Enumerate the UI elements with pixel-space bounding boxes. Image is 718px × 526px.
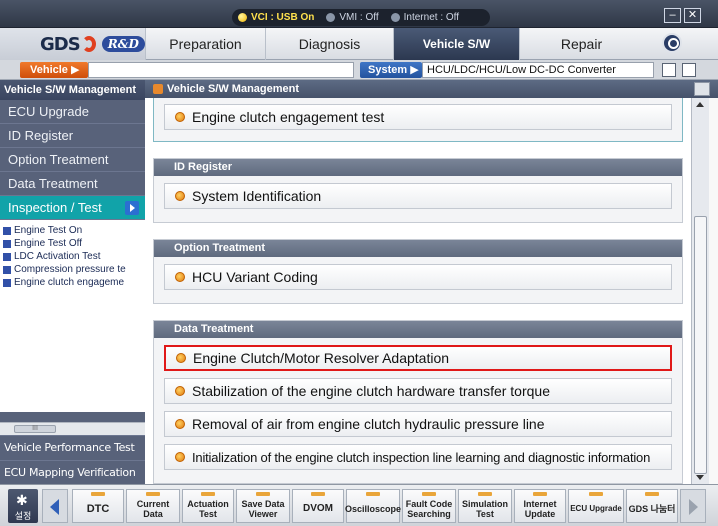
simulation-test-button[interactable]: Simulation Test [458, 489, 512, 523]
bottom-toolbar: ✱ 설정 DTC Current Data Actuation Test Sav… [0, 484, 718, 526]
menu-diagnosis[interactable]: Diagnosis [265, 28, 393, 60]
list-item[interactable]: Engine Test On [0, 224, 145, 237]
vmi-indicator-icon [326, 13, 336, 22]
system-field[interactable]: HCU/LDC/HCU/Low DC-DC Converter [422, 62, 654, 78]
ecu-upgrade-button[interactable]: ECU Upgrade [568, 489, 624, 523]
menu-preparation[interactable]: Preparation [145, 28, 265, 60]
fullscreen-icon[interactable] [694, 82, 710, 96]
function-row-stabilization-clutch-torque[interactable]: Stabilization of the engine clutch hardw… [164, 378, 672, 404]
bullet-icon [175, 452, 185, 462]
scroll-down-icon[interactable] [696, 475, 704, 480]
vehicle-field[interactable] [88, 62, 354, 78]
inspection-test-list: Engine Test On Engine Test Off LDC Activ… [0, 220, 145, 412]
sidebar: Vehicle S/W Management ECU Upgrade ID Re… [0, 80, 145, 484]
list-bullet-icon [3, 278, 11, 287]
bullet-icon [175, 419, 185, 429]
sidebar-item-vehicle-performance-test[interactable]: Vehicle Performance Test [0, 435, 145, 459]
list-bullet-icon [3, 252, 11, 261]
vmi-status: VMI : Off [326, 12, 379, 23]
save-data-viewer-button[interactable]: Save Data Viewer [236, 489, 290, 523]
system-button[interactable]: System ▶ [360, 62, 422, 78]
list-item[interactable]: LDC Activation Test [0, 250, 145, 263]
search-icon[interactable] [662, 33, 682, 53]
sidebar-header: Vehicle S/W Management [0, 80, 145, 100]
list-item[interactable]: Engine clutch engageme [0, 276, 145, 289]
layout-icon[interactable] [682, 63, 696, 77]
sidebar-item-ecu-mapping-verification[interactable]: ECU Mapping Verification [0, 460, 145, 484]
function-row-hcu-variant-coding[interactable]: HCU Variant Coding [164, 264, 672, 290]
gear-icon: ✱ [16, 492, 28, 508]
function-row-initialization-learning[interactable]: Initialization of the engine clutch insp… [164, 444, 672, 470]
bullet-icon [175, 112, 185, 122]
menu-vehicle-sw-management[interactable]: Vehicle S/W Management [393, 28, 519, 83]
minimize-button[interactable]: – [664, 8, 681, 23]
gds-community-button[interactable]: GDS 나눔터 [626, 489, 678, 523]
internet-indicator-icon [390, 13, 400, 22]
section-title: Data Treatment [154, 321, 682, 338]
internet-status: Internet : Off [390, 12, 459, 23]
settings-button[interactable]: ✱ 설정 [8, 489, 38, 523]
scroll-up-icon[interactable] [696, 102, 704, 107]
scrollbar-thumb[interactable] [694, 216, 707, 474]
list-bullet-icon [3, 265, 11, 274]
function-row-system-identification[interactable]: System Identification [164, 183, 672, 209]
sidebar-horizontal-scrollbar[interactable]: III [0, 422, 145, 435]
dtc-button[interactable]: DTC [72, 489, 124, 523]
close-button[interactable]: ✕ [684, 8, 701, 23]
vci-indicator-icon [238, 13, 247, 22]
dvom-button[interactable]: DVOM [292, 489, 344, 523]
expand-arrow-icon[interactable] [125, 201, 139, 215]
list-bullet-icon [3, 239, 11, 248]
function-row-removal-of-air[interactable]: Removal of air from engine clutch hydrau… [164, 411, 672, 437]
internet-update-button[interactable]: Internet Update [514, 489, 566, 523]
fault-code-searching-button[interactable]: Fault Code Searching [402, 489, 456, 523]
sidebar-item-data-treatment[interactable]: Data Treatment [0, 172, 145, 196]
actuation-test-button[interactable]: Actuation Test [182, 489, 234, 523]
content-right-edge [709, 98, 718, 484]
function-list-panel: Engine clutch engagement test ID Registe… [145, 98, 691, 484]
function-row-engine-clutch-motor-resolver-adaptation[interactable]: Engine Clutch/Motor Resolver Adaptation [164, 345, 672, 371]
toolbar-prev-icon[interactable] [42, 489, 68, 523]
gds-logo-mark-icon [81, 36, 96, 52]
sidebar-item-id-register[interactable]: ID Register [0, 124, 145, 148]
sidebar-item-option-treatment[interactable]: Option Treatment [0, 148, 145, 172]
list-item[interactable]: Compression pressure te [0, 263, 145, 276]
bullet-icon [175, 386, 185, 396]
list-bullet-icon [3, 226, 11, 235]
bullet-icon [175, 191, 185, 201]
bullet-icon [176, 353, 186, 363]
data-treatment-section: Data Treatment Engine Clutch/Motor Resol… [153, 320, 683, 484]
connection-status: VCI : USB On VMI : Off Internet : Off [232, 9, 490, 26]
menu-repair[interactable]: Repair [519, 28, 643, 60]
title-bar: VCI : USB On VMI : Off Internet : Off – … [0, 0, 718, 28]
section-title: ID Register [154, 159, 682, 176]
sidebar-item-ecu-upgrade[interactable]: ECU Upgrade [0, 100, 145, 124]
list-item[interactable]: Engine Test Off [0, 237, 145, 250]
content-header: Vehicle S/W Management [145, 80, 718, 98]
id-register-section: ID Register System Identification [153, 158, 683, 223]
current-data-button[interactable]: Current Data [126, 489, 180, 523]
main-menu: GDS R&D Preparation Diagnosis Vehicle S/… [0, 28, 718, 83]
section-title: Option Treatment [154, 240, 682, 257]
option-treatment-section: Option Treatment HCU Variant Coding [153, 239, 683, 304]
sidebar-item-inspection-test[interactable]: Inspection / Test [0, 196, 145, 220]
function-row-engine-clutch-engagement-test[interactable]: Engine clutch engagement test [164, 104, 672, 130]
vehicle-system-bar: Vehicle ▶ System ▶ HCU/LDC/HCU/Low DC-DC… [0, 60, 718, 80]
inspection-section: Engine clutch engagement test [153, 98, 683, 142]
main-content: Vehicle S/W Management Engine clutch eng… [145, 80, 718, 484]
content-vertical-scrollbar[interactable] [691, 98, 709, 484]
gds-logo: GDS R&D [0, 28, 145, 60]
scrollbar-thumb[interactable]: III [14, 425, 56, 433]
bullet-icon [175, 272, 185, 282]
camera-icon[interactable] [662, 63, 676, 77]
vci-status: VCI : USB On [238, 12, 314, 23]
toolbar-next-icon[interactable] [680, 489, 706, 523]
oscilloscope-button[interactable]: Oscilloscope [345, 489, 401, 523]
vehicle-button[interactable]: Vehicle ▶ [20, 62, 88, 78]
